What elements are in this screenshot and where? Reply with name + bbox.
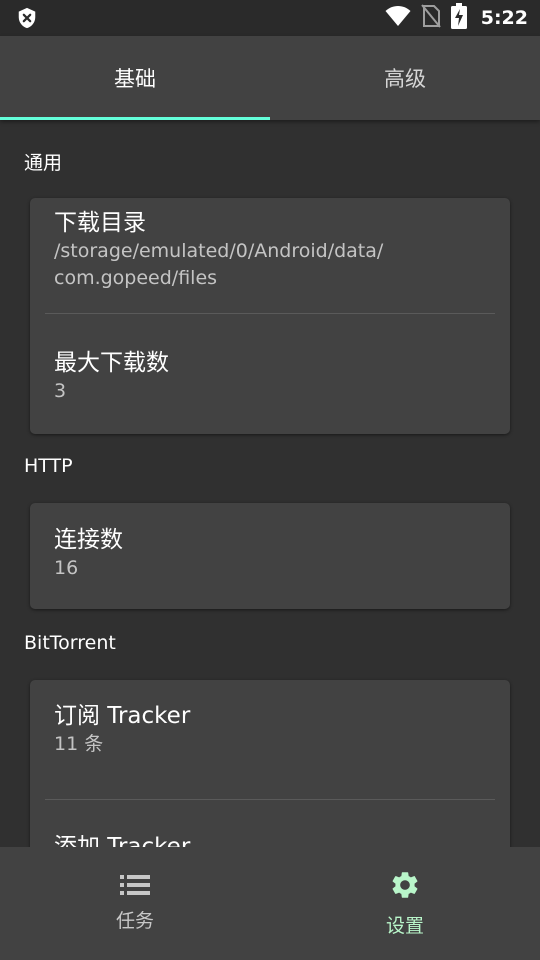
bottom-nav: 任务 设置 (0, 847, 540, 960)
general-card: 下载目录 /storage/emulated/0/Android/data/ c… (30, 198, 510, 434)
setting-title: 连接数 (54, 527, 123, 553)
list-icon (120, 874, 150, 900)
shield-x-icon (16, 7, 38, 29)
setting-value: com.gopeed/files (54, 267, 218, 289)
gear-icon (389, 869, 421, 905)
no-sim-icon (420, 4, 441, 32)
divider (45, 799, 495, 800)
setting-title: 订阅 Tracker (54, 703, 191, 729)
setting-subscribe-tracker[interactable]: 订阅 Tracker 11 条 (54, 701, 486, 758)
setting-connections[interactable]: 连接数 16 (54, 525, 486, 582)
setting-value: 11 条 (54, 733, 104, 755)
http-card: 连接数 16 (30, 503, 510, 609)
nav-settings[interactable]: 设置 (270, 847, 540, 960)
tab-advanced[interactable]: 高级 (270, 36, 540, 120)
tab-bar: 基础 高级 (0, 36, 540, 120)
battery-charging-icon (450, 3, 467, 33)
setting-download-dir[interactable]: 下载目录 /storage/emulated/0/Android/data/ c… (54, 208, 486, 292)
section-title-http: HTTP (24, 455, 73, 477)
settings-content[interactable]: 通用 下载目录 /storage/emulated/0/Android/data… (0, 120, 540, 847)
setting-value: 16 (54, 557, 79, 579)
wifi-icon (385, 5, 411, 31)
setting-max-downloads[interactable]: 最大下载数 3 (54, 348, 486, 405)
status-bar: 5:22 (0, 0, 540, 36)
setting-value: 3 (54, 380, 67, 402)
tab-basic[interactable]: 基础 (0, 36, 270, 120)
nav-label: 设置 (385, 915, 424, 937)
setting-title: 最大下载数 (54, 350, 169, 376)
setting-title: 添加 Tracker (54, 834, 191, 847)
divider (45, 313, 495, 314)
nav-tasks[interactable]: 任务 (0, 847, 270, 960)
status-icons: 5:22 (385, 0, 528, 36)
setting-value: /storage/emulated/0/Android/data/ (54, 240, 384, 262)
section-title-bittorrent: BitTorrent (24, 632, 116, 654)
setting-title: 下载目录 (54, 210, 146, 236)
section-title-general: 通用 (24, 152, 63, 174)
nav-label: 任务 (115, 910, 154, 932)
bittorrent-card: 订阅 Tracker 11 条 添加 Tracker (30, 680, 510, 847)
setting-add-tracker[interactable]: 添加 Tracker (54, 832, 486, 847)
status-time: 5:22 (480, 7, 528, 29)
